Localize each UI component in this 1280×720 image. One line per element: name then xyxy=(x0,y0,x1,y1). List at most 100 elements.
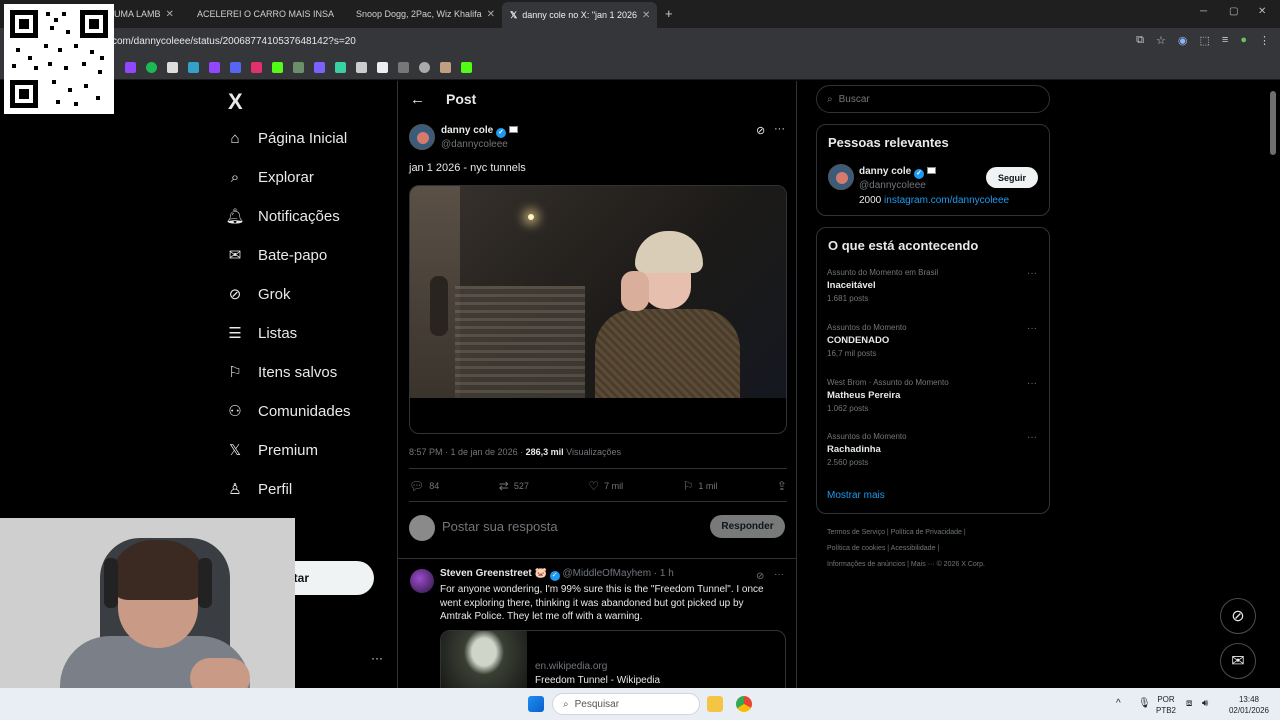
url-field[interactable]: com/dannycoleee/status/20068774105376481… xyxy=(112,36,356,47)
relevant-handle[interactable]: @dannycoleee xyxy=(859,180,926,191)
more-options-icon[interactable]: ··· xyxy=(1027,268,1037,279)
nav-item-communities[interactable]: ⚇ Comunidades xyxy=(226,402,350,421)
bookmark-icon[interactable] xyxy=(188,62,199,73)
reply-button[interactable]: Responder xyxy=(710,515,785,538)
show-more-link[interactable]: Mostrar mais xyxy=(827,490,885,501)
trend-item[interactable]: Assuntos do Momento Rachadinha 2.560 pos… xyxy=(827,432,1037,467)
reply-input[interactable]: Postar sua resposta xyxy=(442,519,558,534)
nav-item-grok[interactable]: ⊘ Grok xyxy=(226,285,291,304)
close-tab-icon[interactable]: ✕ xyxy=(487,9,495,20)
share-action[interactable]: ⇪ xyxy=(777,479,787,493)
grok-explain-icon[interactable]: ⊘ xyxy=(756,124,765,137)
menu-icon[interactable]: ⋮ xyxy=(1259,34,1270,47)
volume-icon[interactable]: 🔊︎ xyxy=(1202,698,1208,709)
browser-tab[interactable]: ACELEREI O CARRO MAIS INSA✕ xyxy=(184,4,334,24)
trend-item[interactable]: West Brom · Assunto do Momento Matheus P… xyxy=(827,378,1037,413)
bookmark-action[interactable]: ⚐ 1 mil xyxy=(683,479,718,493)
reading-list-icon[interactable]: ≡ xyxy=(1222,34,1228,47)
new-tab-button[interactable]: + xyxy=(665,6,673,21)
twitch-bookmark-icon[interactable] xyxy=(209,62,220,73)
bookmark-icon[interactable] xyxy=(293,62,304,73)
kick-bookmark-icon[interactable] xyxy=(272,62,283,73)
comment-author-handle[interactable]: @MiddleOfMayhem xyxy=(563,568,652,579)
follow-button[interactable]: Seguir xyxy=(986,167,1038,188)
nav-item-chat[interactable]: ✉ Bate-papo xyxy=(226,246,328,265)
more-options-icon[interactable]: ··· xyxy=(774,123,785,135)
chrome-icon[interactable] xyxy=(736,696,752,712)
spotify-bookmark-icon[interactable] xyxy=(146,62,157,73)
twitch-bookmark-icon[interactable] xyxy=(125,62,136,73)
more-options-icon[interactable]: ··· xyxy=(1027,432,1037,443)
post-timestamp[interactable]: 8:57 PM · 1 de jan de 2026 · xyxy=(409,447,526,457)
trend-item[interactable]: Assunto do Momento em Brasil Inaceitável… xyxy=(827,268,1037,303)
reply-action[interactable]: 💬︎ 84 xyxy=(409,479,439,493)
account-more-icon[interactable]: ··· xyxy=(371,651,383,665)
language-indicator[interactable]: POR PTB2 xyxy=(1156,694,1176,716)
messages-fab-icon[interactable]: ✉ xyxy=(1220,643,1256,679)
author-name[interactable]: danny cole ✓ xyxy=(441,125,519,138)
post-media[interactable] xyxy=(409,185,787,434)
footer-line[interactable]: Termos de Serviço | Política de Privacid… xyxy=(827,525,1047,541)
more-options-icon[interactable]: ··· xyxy=(774,569,784,580)
bookmark-icon[interactable] xyxy=(167,62,178,73)
taskbar-search[interactable]: ⌕ Pesquisar xyxy=(552,693,700,715)
nav-item-bookmarks[interactable]: ⚐ Itens salvos xyxy=(226,363,337,382)
repost-action[interactable]: ⇄ 527 xyxy=(499,479,529,493)
author-avatar[interactable] xyxy=(409,124,435,150)
browser-tab[interactable]: Snoop Dogg, 2Pac, Wiz Khalifa ✕ xyxy=(343,4,498,24)
close-tab-icon[interactable]: ✕ xyxy=(166,9,174,20)
back-arrow-icon[interactable]: ← xyxy=(410,91,425,108)
bookmark-icon[interactable] xyxy=(419,62,430,73)
nav-item-explore[interactable]: ⌕ Explorar xyxy=(226,168,314,186)
post-photo[interactable] xyxy=(410,186,786,398)
windows-start-icon[interactable] xyxy=(528,696,544,712)
bookmark-icon[interactable] xyxy=(356,62,367,73)
trend-item[interactable]: Assuntos do Momento CONDENADO 16,7 mil p… xyxy=(827,323,1037,358)
link-card[interactable]: en.wikipedia.org Freedom Tunnel - Wikipe… xyxy=(440,630,786,688)
nav-item-notifications[interactable]: 🔔︎ Notificações xyxy=(225,207,339,226)
extension-icon[interactable]: ◉ xyxy=(1178,34,1188,47)
search-input[interactable]: ⌕ Buscar xyxy=(816,85,1050,113)
star-bookmark-icon[interactable]: ☆ xyxy=(1156,34,1166,47)
kick-bookmark-icon[interactable] xyxy=(461,62,472,73)
relevant-avatar[interactable] xyxy=(828,164,854,190)
bookmark-icon[interactable] xyxy=(440,62,451,73)
comment-avatar[interactable] xyxy=(410,569,434,593)
nav-item-premium[interactable]: 𝕏 Premium xyxy=(226,441,318,460)
footer-line[interactable]: Política de cookies | Acessibilidade | xyxy=(827,541,1047,557)
browser-tab-active[interactable]: 𝕏danny cole no X: "jan 1 2026 ✕ xyxy=(502,2,657,28)
maximize-icon[interactable]: ▢ xyxy=(1229,6,1238,17)
like-action[interactable]: ♡ 7 mil xyxy=(588,479,623,493)
footer-links[interactable]: Termos de Serviço | Política de Privacid… xyxy=(827,525,1047,573)
network-icon[interactable]: ⧈ xyxy=(1186,698,1192,709)
bookmark-icon[interactable] xyxy=(314,62,325,73)
comment-author-name[interactable]: Steven Greenstreet 🐷 xyxy=(440,568,547,579)
clock[interactable]: 13:48 02/01/2026 xyxy=(1224,694,1274,716)
bio-link[interactable]: instagram.com/dannycoleee xyxy=(884,195,1009,206)
instagram-bookmark-icon[interactable] xyxy=(251,62,262,73)
grok-explain-icon[interactable]: ⊘ xyxy=(756,571,764,582)
file-explorer-icon[interactable] xyxy=(707,696,723,712)
nav-item-profile[interactable]: ♙ Perfil xyxy=(226,480,292,499)
extensions-icon[interactable]: ⬚ xyxy=(1200,34,1210,47)
bookmark-icon[interactable] xyxy=(398,62,409,73)
relevant-name[interactable]: danny cole ✓ xyxy=(859,166,937,179)
bookmark-icon[interactable] xyxy=(335,62,346,73)
bookmark-icon[interactable] xyxy=(230,62,241,73)
scrollbar[interactable] xyxy=(1270,91,1276,155)
nav-item-lists[interactable]: ☰ Listas xyxy=(226,324,297,343)
x-logo-icon[interactable]: X xyxy=(228,89,243,115)
microphone-icon[interactable]: 🎙︎ xyxy=(1138,698,1151,709)
grok-fab-icon[interactable]: ⊘ xyxy=(1220,598,1256,634)
install-app-icon[interactable]: ⧉ xyxy=(1136,34,1144,47)
author-handle[interactable]: @dannycoleee xyxy=(441,139,508,150)
tray-chevron-icon[interactable]: ^ xyxy=(1116,698,1121,709)
profile-avatar-icon[interactable]: ● xyxy=(1240,34,1247,47)
nav-item-home[interactable]: ⌂ Página Inicial xyxy=(226,129,347,147)
more-options-icon[interactable]: ··· xyxy=(1027,378,1037,389)
footer-line[interactable]: Informações de anúncios | Mais ··· © 202… xyxy=(827,557,1047,573)
close-window-icon[interactable]: ✕ xyxy=(1258,6,1266,17)
minimize-icon[interactable]: ─ xyxy=(1200,6,1207,17)
notion-bookmark-icon[interactable] xyxy=(377,62,388,73)
close-tab-icon[interactable]: ✕ xyxy=(642,10,650,21)
